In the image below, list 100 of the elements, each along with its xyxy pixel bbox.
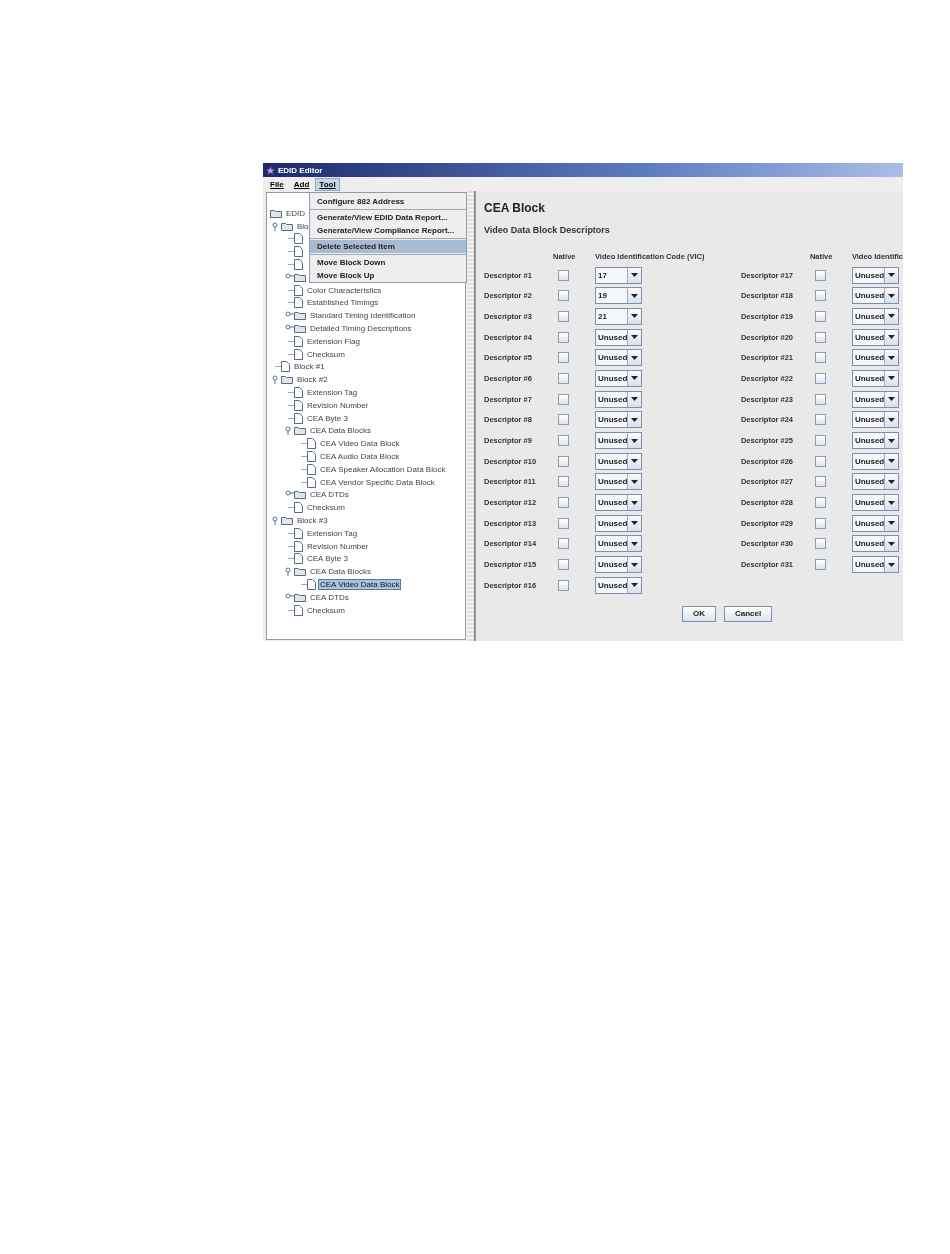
vic-dropdown[interactable]: Unused [595, 494, 642, 512]
vic-dropdown[interactable]: Unused [595, 432, 642, 450]
native-checkbox[interactable] [814, 435, 826, 447]
tree-item[interactable]: Extension Tag [305, 527, 360, 539]
menu-entry[interactable]: Generate/View Compliance Report... [310, 224, 466, 237]
native-checkbox[interactable] [558, 559, 569, 571]
tree-item[interactable]: CEA Byte 3 [305, 553, 350, 565]
tree-item[interactable]: Checksum [305, 604, 347, 616]
tree-item[interactable]: CEA Data Blocks [308, 566, 373, 578]
menu-entry[interactable]: Generate/View EDID Data Report... [310, 211, 466, 224]
dialog-button[interactable]: Cancel [724, 605, 773, 622]
native-checkbox[interactable] [558, 414, 569, 426]
menu-entry[interactable]: Move Block Down [310, 256, 466, 269]
tree-item[interactable]: EDID [284, 207, 308, 219]
tree-item[interactable]: CEA Byte 3 [305, 412, 350, 424]
native-checkbox[interactable] [814, 517, 826, 529]
vic-dropdown[interactable]: 21 [595, 307, 642, 325]
native-checkbox[interactable] [814, 310, 826, 322]
tree-item[interactable]: CEA Video Data Block [318, 579, 402, 590]
tree-item[interactable]: Checksum [305, 348, 347, 360]
vic-dropdown[interactable]: Unused [595, 556, 642, 574]
vic-dropdown[interactable]: Unused [851, 514, 899, 532]
toggle-handle-icon[interactable] [285, 426, 294, 436]
vic-dropdown[interactable]: Unused [851, 266, 899, 284]
toggle-handle-icon[interactable] [285, 272, 294, 282]
native-checkbox[interactable] [814, 331, 826, 343]
native-checkbox[interactable] [814, 497, 826, 509]
native-checkbox[interactable] [814, 559, 826, 571]
native-checkbox[interactable] [814, 455, 826, 467]
menu-entry[interactable]: Move Block Up [310, 269, 466, 282]
vic-dropdown[interactable]: Unused [851, 432, 899, 450]
native-checkbox[interactable] [558, 455, 569, 467]
menu-item[interactable]: Add [289, 177, 314, 191]
dialog-button[interactable]: OK [682, 605, 716, 622]
vic-dropdown[interactable]: 17 [595, 266, 642, 284]
menu-item[interactable]: Tool [315, 177, 340, 191]
native-checkbox[interactable] [814, 290, 826, 302]
tree-item[interactable]: Revision Number [305, 399, 371, 411]
tree-item[interactable]: CEA DTDs [308, 489, 351, 501]
vic-dropdown[interactable]: Unused [595, 328, 642, 346]
native-checkbox[interactable] [558, 310, 569, 322]
vic-dropdown[interactable]: Unused [595, 576, 642, 594]
native-checkbox[interactable] [558, 290, 569, 302]
tree-item[interactable]: Checksum [305, 502, 347, 514]
tree-item[interactable]: Block #3 [295, 515, 330, 526]
native-checkbox[interactable] [814, 372, 826, 384]
tree-item[interactable]: Extension Flag [305, 335, 362, 347]
tree-item[interactable]: Color Characteristics [305, 284, 384, 296]
tree-item[interactable]: Revision Number [305, 540, 371, 552]
native-checkbox[interactable] [558, 372, 569, 384]
native-checkbox[interactable] [814, 269, 826, 281]
vic-dropdown[interactable]: Unused [851, 390, 899, 408]
vic-dropdown[interactable]: Unused [851, 473, 899, 491]
vic-dropdown[interactable]: Unused [595, 349, 642, 367]
tree-item[interactable]: CEA Audio Data Block [318, 451, 402, 463]
vic-dropdown[interactable]: Unused [851, 287, 899, 305]
toggle-handle-icon[interactable] [272, 375, 281, 385]
native-checkbox[interactable] [814, 393, 826, 405]
vic-dropdown[interactable]: Unused [595, 411, 642, 429]
native-checkbox[interactable] [814, 352, 826, 364]
native-checkbox[interactable] [558, 331, 569, 343]
native-checkbox[interactable] [558, 269, 569, 281]
menu-entry[interactable]: Delete Selected Item [310, 240, 466, 253]
toggle-handle-icon[interactable] [285, 567, 294, 577]
native-checkbox[interactable] [814, 476, 826, 488]
vic-dropdown[interactable]: Unused [851, 307, 899, 325]
vic-dropdown[interactable]: Unused [851, 369, 899, 387]
vic-dropdown[interactable]: Unused [595, 535, 642, 553]
tree-item[interactable]: Blo [295, 220, 311, 232]
native-checkbox[interactable] [558, 538, 569, 550]
vic-dropdown[interactable]: Unused [851, 349, 899, 367]
vic-dropdown[interactable]: Unused [851, 494, 899, 512]
toggle-handle-icon[interactable] [285, 592, 294, 602]
menu-item[interactable]: File [266, 177, 288, 191]
vic-dropdown[interactable]: Unused [851, 328, 899, 346]
tree-item[interactable]: Extension Tag [305, 387, 360, 399]
native-checkbox[interactable] [558, 435, 569, 447]
menu-entry[interactable]: Configure 882 Address [310, 195, 466, 208]
native-checkbox[interactable] [558, 352, 569, 364]
native-checkbox[interactable] [814, 538, 826, 550]
native-checkbox[interactable] [558, 476, 569, 488]
native-checkbox[interactable] [558, 579, 569, 591]
vic-dropdown[interactable]: Unused [851, 556, 899, 574]
tree-item[interactable]: Established Timings [305, 297, 381, 309]
vic-dropdown[interactable]: Unused [595, 390, 642, 408]
tree-item[interactable]: Block #1 [292, 361, 327, 373]
native-checkbox[interactable] [558, 517, 569, 529]
native-checkbox[interactable] [814, 414, 826, 426]
vic-dropdown[interactable]: Unused [851, 452, 899, 470]
vic-dropdown[interactable]: Unused [851, 411, 899, 429]
vic-dropdown[interactable]: Unused [851, 535, 899, 553]
vic-dropdown[interactable]: Unused [595, 473, 642, 491]
tree-item[interactable]: CEA Video Data Block [318, 438, 402, 450]
tree-item[interactable]: CEA Speaker Allocation Data Block [318, 463, 448, 475]
tree-item[interactable]: Standard Timing Identification [308, 310, 418, 322]
vic-dropdown[interactable]: Unused [595, 514, 642, 532]
tree-item[interactable]: CEA DTDs [308, 591, 351, 603]
native-checkbox[interactable] [558, 393, 569, 405]
toggle-handle-icon[interactable] [272, 221, 281, 231]
tree-item[interactable]: Detailed Timing Descriptions [308, 323, 414, 335]
